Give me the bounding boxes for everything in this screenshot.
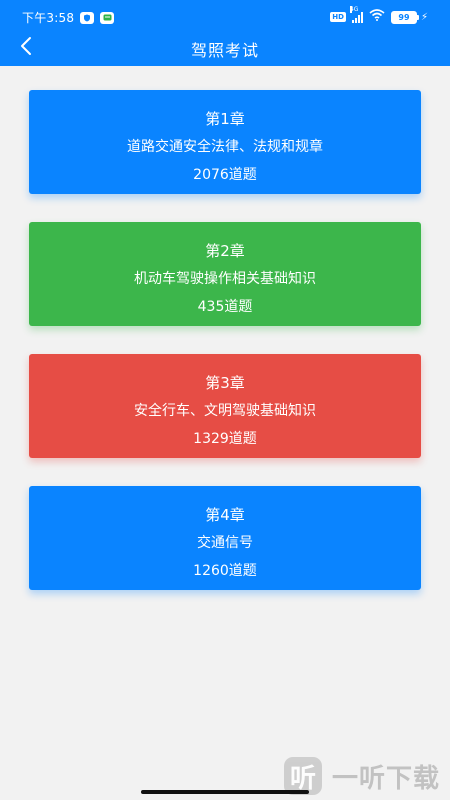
- chapter-number: 第2章: [205, 242, 245, 260]
- chapter-question-count: 1260道题: [193, 563, 257, 579]
- chapter-title: 交通信号: [197, 535, 253, 551]
- chapter-card-4[interactable]: 第4章 交通信号 1260道题: [29, 486, 421, 590]
- status-left: 下午3:58: [22, 9, 115, 26]
- hd-badge: HD: [330, 12, 346, 22]
- shield-app-icon: [80, 11, 95, 24]
- network-type: 4G: [349, 6, 359, 13]
- chapter-question-count: 2076道题: [193, 167, 257, 183]
- chapter-title: 机动车驾驶操作相关基础知识: [134, 271, 316, 287]
- charging-icon: ⚡: [420, 11, 428, 23]
- battery-icon: 99 ⚡: [390, 10, 428, 24]
- app-bar: 驾照考试: [0, 30, 450, 66]
- status-right: HD 4G 99 ⚡: [330, 6, 428, 25]
- chapter-list: 第1章 道路交通安全法律、法规和规章 2076道题 第2章 机动车驾驶操作相关基…: [29, 90, 421, 618]
- chapter-title: 道路交通安全法律、法规和规章: [127, 139, 323, 155]
- header-background: 下午3:58 HD 4G 99 ⚡ 驾照考试: [0, 0, 450, 66]
- cell-signal-icon: 4G: [349, 6, 363, 23]
- chapter-question-count: 435道题: [197, 299, 253, 315]
- chapter-title: 安全行车、文明驾驶基础知识: [134, 403, 316, 419]
- status-time: 下午3:58: [22, 11, 75, 25]
- watermark-text: 一听下载: [331, 763, 440, 794]
- chapter-question-count: 1329道题: [193, 431, 257, 447]
- chapter-card-1[interactable]: 第1章 道路交通安全法律、法规和规章 2076道题: [29, 90, 421, 194]
- chapter-card-2[interactable]: 第2章 机动车驾驶操作相关基础知识 435道题: [29, 222, 421, 326]
- chapter-number: 第4章: [205, 506, 245, 524]
- chapter-card-3[interactable]: 第3章 安全行车、文明驾驶基础知识 1329道题: [29, 354, 421, 458]
- battery-level: 99: [390, 10, 417, 24]
- wifi-icon: [369, 9, 385, 25]
- chapter-number: 第1章: [205, 110, 245, 128]
- screen: 下午3:58 HD 4G 99 ⚡ 驾照考试 第1章 道路交通安全法律、法规和规…: [0, 0, 450, 800]
- status-bar: 下午3:58 HD 4G 99 ⚡: [0, 0, 450, 34]
- page-title: 驾照考试: [190, 41, 259, 60]
- home-indicator[interactable]: [141, 790, 309, 794]
- message-app-icon: [100, 11, 115, 24]
- chapter-number: 第3章: [205, 374, 245, 392]
